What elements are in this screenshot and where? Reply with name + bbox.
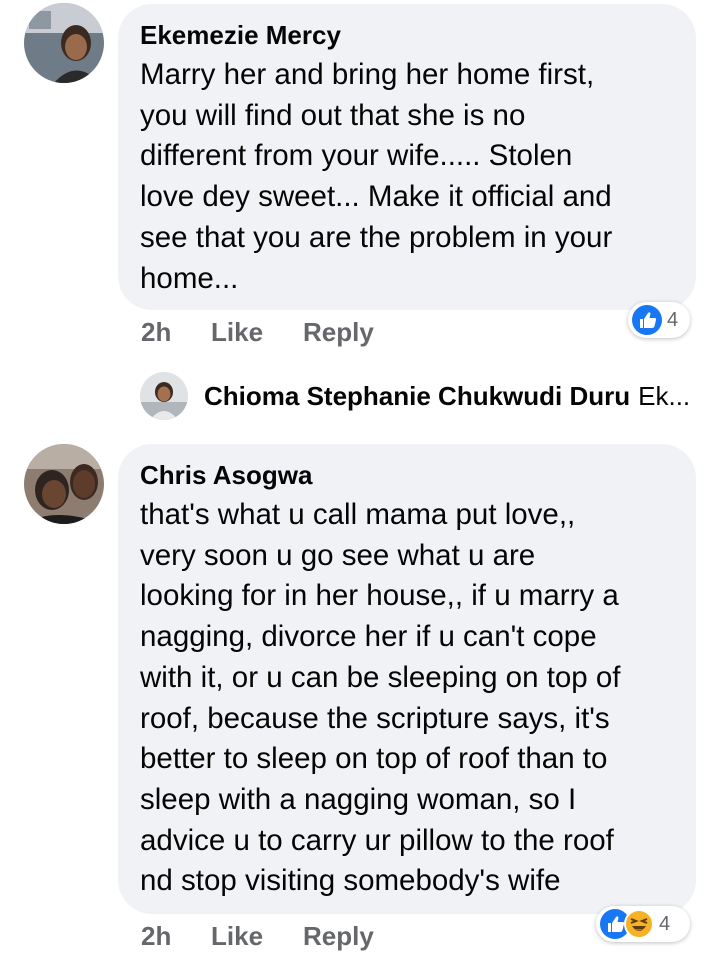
comment-line: advice u to carry ur pillow to the roof [140,823,614,857]
comment-line: roof, because the scripture says, it's [140,701,610,735]
comment-line: that's what u call mama put love,, [140,498,576,531]
avatar[interactable] [24,444,104,524]
reply-button[interactable]: Reply [303,317,374,348]
comment-text: Marry her and bring her home first, you … [140,55,674,299]
reaction-count: 4 [667,308,679,331]
comment-line: home... [140,261,239,295]
comment-line: love dey sweet... Make it official and [140,180,612,214]
reaction-count: 4 [659,912,671,935]
comment-bubble: Ekemezie Mercy Marry her and bring her h… [118,4,696,310]
comment-line: with it, or u can be sleeping on top of [140,660,621,694]
comment-line: very soon u go see what u are [140,538,536,572]
comment-line: looking for in her house,, if u marry a [140,579,619,613]
comment-line: nd stop visiting somebody's wife [140,864,561,898]
comment-line: nagging, divorce her if u can't cope [140,620,597,654]
reply-button[interactable]: Reply [303,921,374,952]
reply-preview[interactable]: Chioma Stephanie Chukwudi Duru Ek... [140,372,690,420]
like-reaction-icon [632,305,662,335]
comment-line: you will find out that she is no [140,98,526,132]
comment-actions: 2h Like Reply [141,920,374,952]
reply-author[interactable]: Chioma Stephanie Chukwudi Duru [204,381,630,412]
comment-actions: 2h Like Reply [141,316,374,348]
reply-snippet: Ek... [638,380,691,411]
comment-author[interactable]: Ekemezie Mercy [140,20,674,50]
like-button[interactable]: Like [211,921,303,952]
comment-line: different from your wife..... Stolen [140,139,573,173]
avatar-photo-icon [140,372,188,420]
timestamp[interactable]: 2h [141,317,211,348]
avatar-photo-icon [24,3,104,83]
comment-line: see that you are the problem in your [140,220,613,254]
reaction-summary[interactable]: 4 [628,302,690,338]
comment-line: sleep with a nagging woman, so I [140,782,577,816]
comment-line: Marry her and bring her home first, [140,58,595,91]
comment-text: that's what u call mama put love,, very … [140,495,674,902]
comment-bubble: Chris Asogwa that's what u call mama put… [118,444,696,914]
haha-reaction-icon [624,909,654,939]
avatar[interactable] [24,3,104,83]
comment-line: better to sleep on top of roof than to [140,742,608,776]
reaction-summary[interactable]: 4 [596,906,690,942]
comment-author[interactable]: Chris Asogwa [140,460,674,490]
avatar-photo-icon [24,444,104,524]
like-button[interactable]: Like [211,317,303,348]
reply-avatar [140,372,188,420]
timestamp[interactable]: 2h [141,921,211,952]
